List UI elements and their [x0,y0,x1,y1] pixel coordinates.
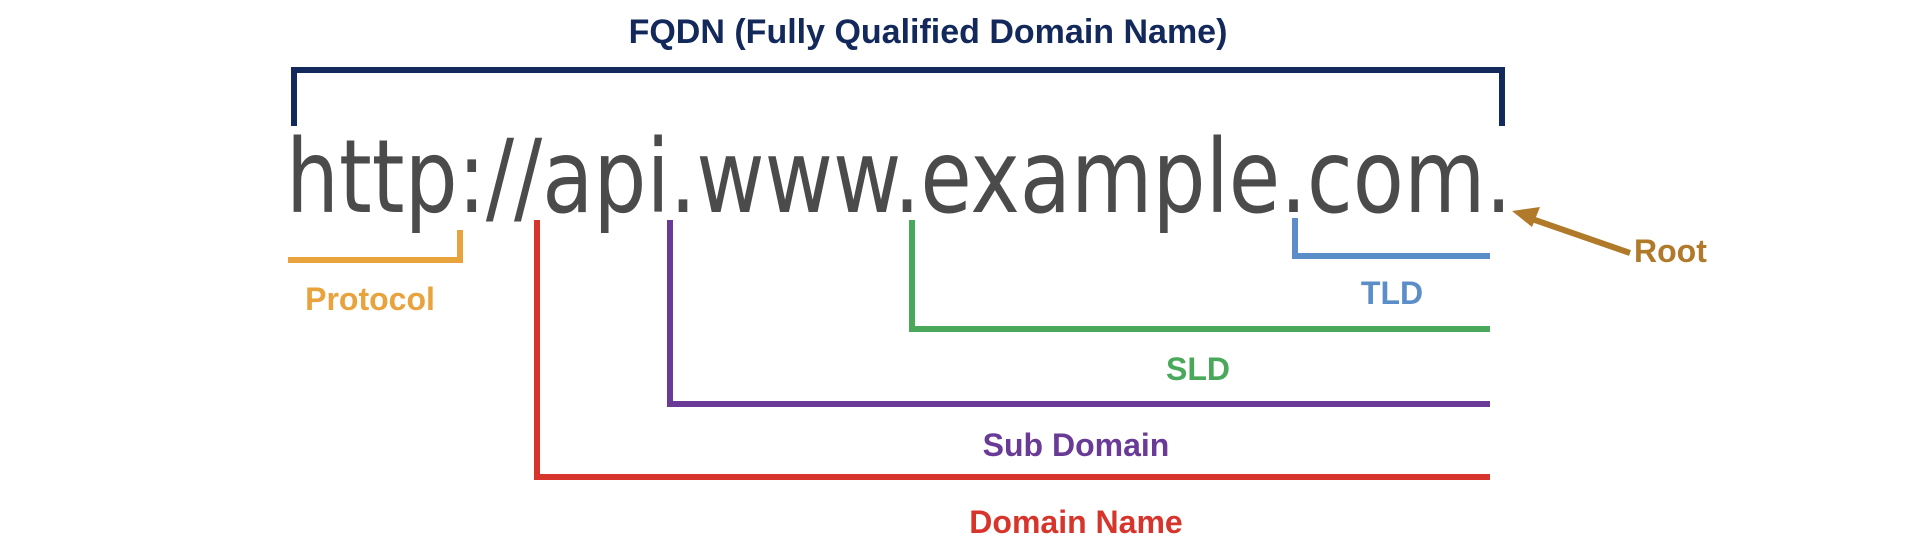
fqdn-title: FQDN (Fully Qualified Domain Name) [629,13,1228,51]
sld-label: SLD [1166,351,1230,387]
tld-label: TLD [1361,275,1423,311]
url-protocol: http: [286,118,486,237]
url-sld: example [920,118,1280,237]
subdomain-label: Sub Domain [983,427,1170,463]
url-slashes: // [486,118,543,237]
url-www: www. [696,118,920,237]
root-arrow-head [1512,207,1540,227]
url-text: http://api.www.example.com. [286,118,1512,237]
subdomain-bracket [667,220,1490,407]
url-tld: .com [1280,118,1485,237]
url-root: . [1485,118,1512,237]
domain-name-label: Domain Name [969,504,1182,540]
root-arrow-line [1531,216,1631,256]
root-label: Root [1634,233,1707,269]
url-subdomain: api. [542,118,696,237]
fqdn-diagram: FQDN (Fully Qualified Domain Name) http:… [286,13,1707,540]
protocol-label: Protocol [305,281,435,317]
